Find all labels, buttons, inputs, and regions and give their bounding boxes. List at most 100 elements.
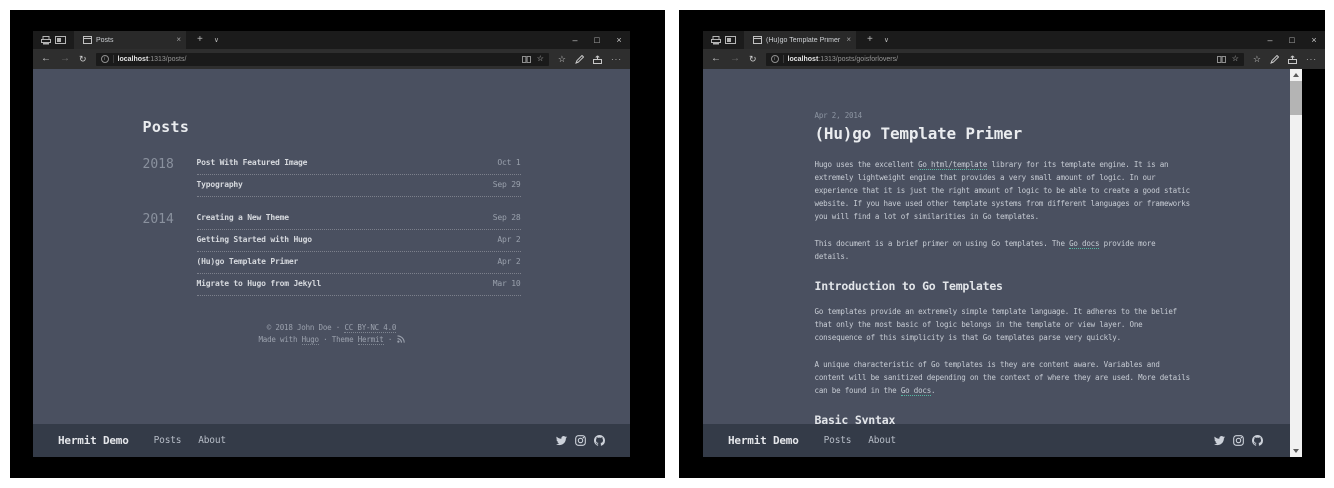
navbar-link-about[interactable]: About [868, 435, 896, 446]
favorites-hub-icon[interactable]: ☆ [1253, 55, 1261, 64]
address-divider [783, 55, 784, 63]
post-date: Apr 2 [497, 235, 520, 244]
instagram-icon[interactable] [575, 435, 586, 446]
refresh-button[interactable]: ↻ [749, 55, 757, 64]
browser-tab[interactable]: Posts × [74, 31, 186, 49]
tab-title: (Hu)go Template Primer [766, 37, 842, 44]
web-notes-pen-icon[interactable] [1270, 55, 1279, 64]
github-icon[interactable] [1252, 435, 1263, 446]
tab-menu-icon[interactable]: ∨ [884, 37, 889, 44]
address-bar[interactable]: i localhost:1313/posts/goisforlovers/ ☆ [766, 53, 1244, 66]
paragraph-text: . [931, 386, 935, 395]
site-footer: © 2018 John Doe · CC BY-NC 4.0 Made with… [143, 322, 521, 347]
window-frame-article: (Hu)go Template Primer × + ∨ – □ × ← → ↻… [679, 10, 1325, 478]
twitter-icon[interactable] [556, 435, 567, 446]
close-button[interactable]: × [608, 31, 630, 49]
github-icon[interactable] [594, 435, 605, 446]
scrollbar-thumb[interactable] [1290, 81, 1302, 115]
add-favorite-star-icon[interactable]: ☆ [537, 55, 544, 63]
new-tab-button[interactable]: + [867, 35, 873, 45]
minimize-button[interactable]: – [1259, 31, 1281, 49]
forward-button[interactable]: → [60, 54, 70, 64]
site-info-icon[interactable]: i [101, 55, 109, 63]
tab-bar: Posts × + ∨ – □ × [33, 31, 630, 49]
post-row[interactable]: Migrate to Hugo from Jekyll Mar 10 [197, 274, 521, 296]
page-viewport-article: Apr 2, 2014 (Hu)go Template Primer Hugo … [703, 69, 1302, 457]
footer-made-with: Made with [258, 335, 301, 344]
post-date: Mar 10 [493, 279, 521, 288]
tab-previews-icon[interactable] [725, 36, 736, 44]
address-bar[interactable]: i localhost:1313/posts/ ☆ [96, 53, 549, 66]
post-row[interactable]: Typography Sep 29 [197, 175, 521, 197]
site-brand-link[interactable]: Hermit Demo [58, 434, 129, 447]
navbar-link-posts[interactable]: Posts [824, 435, 852, 446]
forward-button[interactable]: → [730, 54, 740, 64]
post-link[interactable]: Creating a New Theme [197, 213, 289, 222]
scrollbar[interactable] [1290, 69, 1302, 457]
theme-link[interactable]: Hermit [358, 335, 384, 345]
set-tabs-aside-icon[interactable] [41, 36, 51, 45]
site-info-icon[interactable]: i [771, 55, 779, 63]
url-text: localhost:1313/posts/goisforlovers/ [788, 56, 899, 63]
license-link[interactable]: CC BY-NC 4.0 [344, 323, 396, 333]
browser-tab[interactable]: (Hu)go Template Primer × [744, 31, 856, 49]
browser-window-article: (Hu)go Template Primer × + ∨ – □ × ← → ↻… [703, 31, 1325, 457]
instagram-icon[interactable] [1233, 435, 1244, 446]
article-date: Apr 2, 2014 [815, 111, 1191, 120]
maximize-button[interactable]: □ [1281, 31, 1303, 49]
close-button[interactable]: × [1303, 31, 1325, 49]
refresh-button[interactable]: ↻ [79, 55, 87, 64]
add-favorite-star-icon[interactable]: ☆ [1232, 55, 1239, 63]
reading-view-icon[interactable] [1217, 56, 1226, 63]
bottom-navbar: Hermit Demo Posts About [33, 424, 630, 457]
footer-line-2: Made with Hugo · Theme Hermit · [143, 334, 521, 347]
site-brand-link[interactable]: Hermit Demo [728, 434, 799, 447]
scroll-up-icon[interactable] [1290, 69, 1302, 81]
maximize-button[interactable]: □ [586, 31, 608, 49]
tab-previews-icon[interactable] [55, 36, 66, 44]
navbar-link-about[interactable]: About [198, 435, 226, 446]
tab-menu-icon[interactable]: ∨ [214, 37, 219, 44]
hugo-link[interactable]: Hugo [302, 335, 319, 345]
web-notes-pen-icon[interactable] [575, 55, 584, 64]
favorites-hub-icon[interactable]: ☆ [558, 55, 566, 64]
page-favicon-icon [83, 36, 92, 44]
post-link[interactable]: Post With Featured Image [197, 158, 308, 167]
url-host: localhost [118, 56, 149, 63]
tab-close-icon[interactable]: × [176, 36, 181, 44]
navbar-link-posts[interactable]: Posts [154, 435, 182, 446]
set-tabs-aside-icon[interactable] [711, 36, 721, 45]
article-paragraph: Go templates provide an extremely simple… [815, 305, 1191, 344]
footer-separator: · Theme [319, 335, 358, 344]
post-row[interactable]: (Hu)go Template Primer Apr 2 [197, 252, 521, 274]
go-docs-link[interactable]: Go docs [1069, 239, 1099, 249]
more-options-icon[interactable]: ··· [1306, 55, 1317, 64]
share-icon[interactable] [593, 55, 602, 64]
reading-view-icon[interactable] [522, 56, 531, 63]
share-icon[interactable] [1288, 55, 1297, 64]
post-row[interactable]: Post With Featured Image Oct 1 [197, 157, 521, 175]
post-link[interactable]: Migrate to Hugo from Jekyll [197, 279, 322, 288]
post-row[interactable]: Creating a New Theme Sep 28 [197, 212, 521, 230]
back-button[interactable]: ← [711, 54, 721, 64]
post-row[interactable]: Getting Started with Hugo Apr 2 [197, 230, 521, 252]
new-tab-button[interactable]: + [197, 35, 203, 45]
article-paragraph: Hugo uses the excellent Go html/template… [815, 158, 1191, 223]
post-link[interactable]: Typography [197, 180, 243, 189]
more-options-icon[interactable]: ··· [611, 55, 622, 64]
page-viewport-posts: Posts 2018 Post With Featured Image Oct … [33, 69, 630, 457]
post-link[interactable]: (Hu)go Template Primer [197, 257, 299, 266]
post-date: Oct 1 [497, 158, 520, 167]
post-date: Apr 2 [497, 257, 520, 266]
minimize-button[interactable]: – [564, 31, 586, 49]
tab-close-icon[interactable]: × [846, 36, 851, 44]
go-html-template-link[interactable]: Go html/template [918, 160, 987, 170]
post-link[interactable]: Getting Started with Hugo [197, 235, 312, 244]
rss-icon[interactable] [397, 336, 405, 345]
scroll-down-icon[interactable] [1290, 445, 1302, 457]
go-docs-link[interactable]: Go docs [901, 386, 931, 396]
back-button[interactable]: ← [41, 54, 51, 64]
post-date: Sep 29 [493, 180, 521, 189]
twitter-icon[interactable] [1214, 435, 1225, 446]
posts-page: Posts 2018 Post With Featured Image Oct … [143, 69, 521, 347]
